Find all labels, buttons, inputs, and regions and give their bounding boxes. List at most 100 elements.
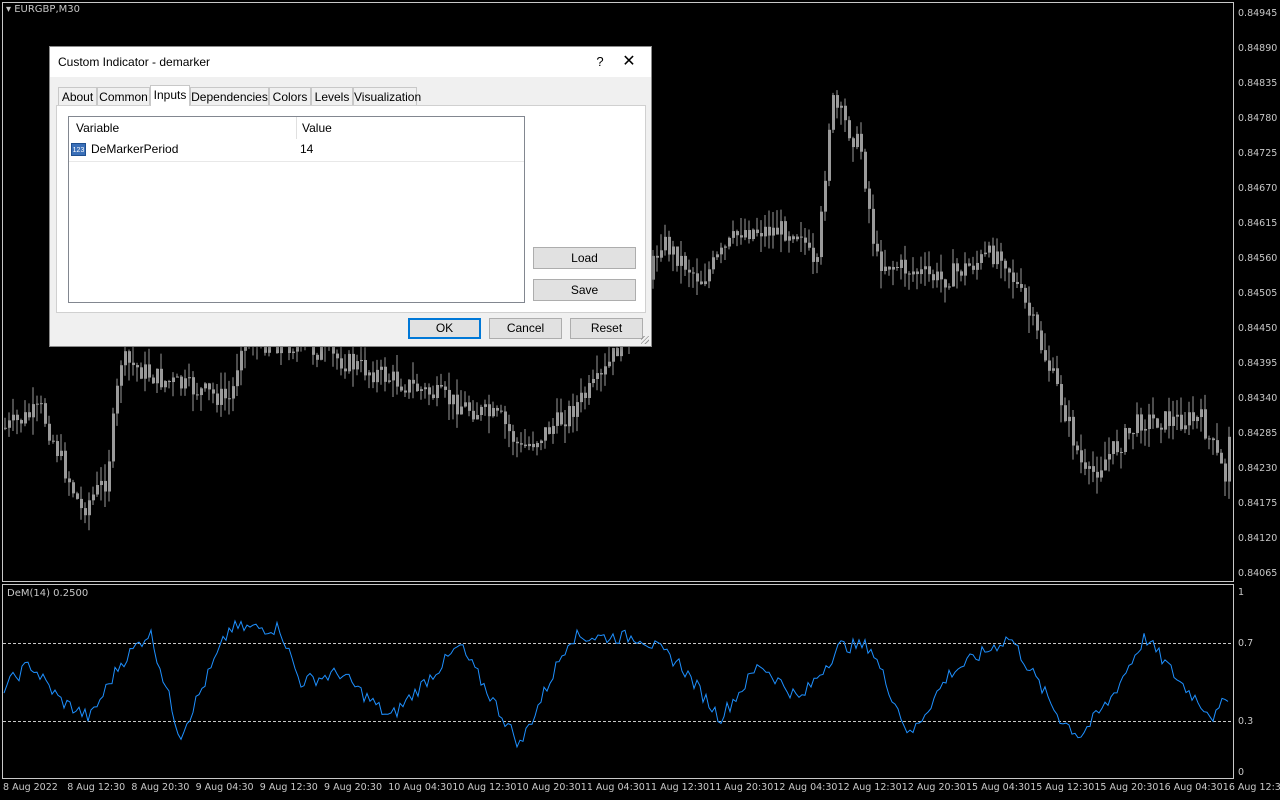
candle-body bbox=[932, 274, 935, 281]
candle-body bbox=[64, 450, 67, 479]
demarker-line bbox=[3, 619, 1229, 749]
candle-body bbox=[980, 254, 983, 263]
indicator-level-label: 1 bbox=[1238, 587, 1245, 598]
candle-body bbox=[128, 351, 131, 363]
candle-body bbox=[536, 443, 539, 448]
candle-body bbox=[832, 95, 835, 130]
candle-body bbox=[652, 255, 655, 280]
candle-body bbox=[1172, 416, 1175, 426]
candle-body bbox=[880, 251, 883, 272]
candle-body bbox=[816, 257, 819, 262]
candle-body bbox=[956, 263, 959, 272]
candle-body bbox=[192, 377, 195, 395]
candle-body bbox=[908, 273, 911, 275]
close-icon[interactable]: ✕ bbox=[607, 47, 651, 77]
candle-body bbox=[688, 269, 691, 273]
candle-body bbox=[796, 236, 799, 240]
candle-body bbox=[1200, 409, 1203, 418]
tab-colors[interactable]: Colors bbox=[269, 87, 311, 105]
candle-body bbox=[1092, 466, 1095, 472]
column-header-value[interactable]: Value bbox=[297, 117, 524, 139]
candle-body bbox=[960, 271, 963, 276]
candle-body bbox=[732, 231, 735, 238]
candle-body bbox=[976, 262, 979, 270]
price-axis-label: 0.84285 bbox=[1238, 428, 1278, 439]
candle-body bbox=[608, 361, 611, 367]
candle-body bbox=[184, 378, 187, 389]
candle-body bbox=[96, 485, 99, 495]
candle-body bbox=[492, 407, 495, 417]
candle-body bbox=[1112, 441, 1115, 455]
tab-levels[interactable]: Levels bbox=[311, 87, 353, 105]
candle-body bbox=[1220, 452, 1223, 464]
time-axis-label: 10 Aug 04:30 bbox=[388, 782, 453, 793]
candle-body bbox=[384, 366, 387, 382]
indicator-level-label: 0 bbox=[1238, 767, 1245, 778]
candle-body bbox=[508, 424, 511, 432]
tab-common[interactable]: Common bbox=[97, 87, 150, 105]
load-button[interactable]: Load bbox=[533, 247, 636, 269]
candle-body bbox=[408, 379, 411, 393]
candle-body bbox=[140, 367, 143, 379]
price-axis-label: 0.84505 bbox=[1238, 288, 1278, 299]
candle-body bbox=[1116, 441, 1119, 453]
save-button[interactable]: Save bbox=[533, 279, 636, 301]
candle-body bbox=[864, 151, 867, 189]
candle-body bbox=[692, 272, 695, 274]
candle-body bbox=[528, 443, 531, 447]
candle-body bbox=[200, 388, 203, 396]
candle-body bbox=[88, 500, 91, 516]
candle-body bbox=[804, 237, 807, 243]
candle-body bbox=[348, 353, 351, 372]
candle-body bbox=[1176, 414, 1179, 417]
price-axis-label: 0.84725 bbox=[1238, 148, 1278, 159]
candle-body bbox=[180, 376, 183, 389]
candle-body bbox=[720, 247, 723, 255]
candle-body bbox=[100, 480, 103, 486]
price-axis-label: 0.84615 bbox=[1238, 218, 1278, 229]
candle-body bbox=[472, 410, 475, 420]
symbol-label[interactable]: ▾ EURGBP,M30 bbox=[6, 4, 80, 15]
candle-body bbox=[660, 250, 663, 258]
time-axis-label: 11 Aug 12:30 bbox=[645, 782, 710, 793]
candle-body bbox=[108, 461, 111, 492]
price-axis-label: 0.84230 bbox=[1238, 463, 1278, 474]
candle-body bbox=[1076, 445, 1079, 451]
dropdown-arrow-icon[interactable]: ▾ bbox=[6, 4, 11, 15]
candle-body bbox=[412, 379, 415, 384]
candle-body bbox=[524, 444, 527, 447]
candle-body bbox=[548, 427, 551, 434]
candle-body bbox=[1056, 368, 1059, 385]
resize-grip-icon[interactable] bbox=[641, 336, 649, 344]
dialog-titlebar[interactable]: Custom Indicator - demarker ? ✕ bbox=[50, 47, 651, 77]
candle-body bbox=[16, 414, 19, 421]
candle-body bbox=[1184, 425, 1187, 430]
time-axis-label: 9 Aug 12:30 bbox=[259, 782, 318, 793]
candle-body bbox=[820, 211, 823, 258]
cancel-button[interactable]: Cancel bbox=[489, 318, 562, 339]
tab-visualization[interactable]: Visualization bbox=[353, 87, 421, 105]
tab-about[interactable]: About bbox=[58, 87, 97, 105]
candle-body bbox=[892, 266, 895, 270]
candle-body bbox=[1052, 368, 1055, 371]
candle-body bbox=[1132, 433, 1135, 435]
candle-body bbox=[400, 386, 403, 391]
candle-body bbox=[372, 372, 375, 383]
candle-body bbox=[404, 390, 407, 393]
candle-body bbox=[444, 386, 447, 390]
variable-value[interactable]: 14 bbox=[300, 142, 313, 156]
candle-body bbox=[416, 383, 419, 392]
column-header-variable[interactable]: Variable bbox=[69, 117, 297, 139]
tab-dependencies[interactable]: Dependencies bbox=[190, 87, 269, 105]
reset-button[interactable]: Reset bbox=[570, 318, 643, 339]
table-row[interactable]: 123 DeMarkerPeriod 14 bbox=[69, 139, 524, 162]
candle-body bbox=[1180, 414, 1183, 430]
ok-button[interactable]: OK bbox=[408, 318, 481, 339]
candle-body bbox=[220, 388, 223, 405]
candle-body bbox=[884, 266, 887, 272]
tab-inputs[interactable]: Inputs bbox=[150, 85, 190, 106]
candle-body bbox=[428, 387, 431, 395]
candle-body bbox=[776, 227, 779, 235]
candle-body bbox=[1100, 470, 1103, 478]
candle-body bbox=[724, 246, 727, 248]
